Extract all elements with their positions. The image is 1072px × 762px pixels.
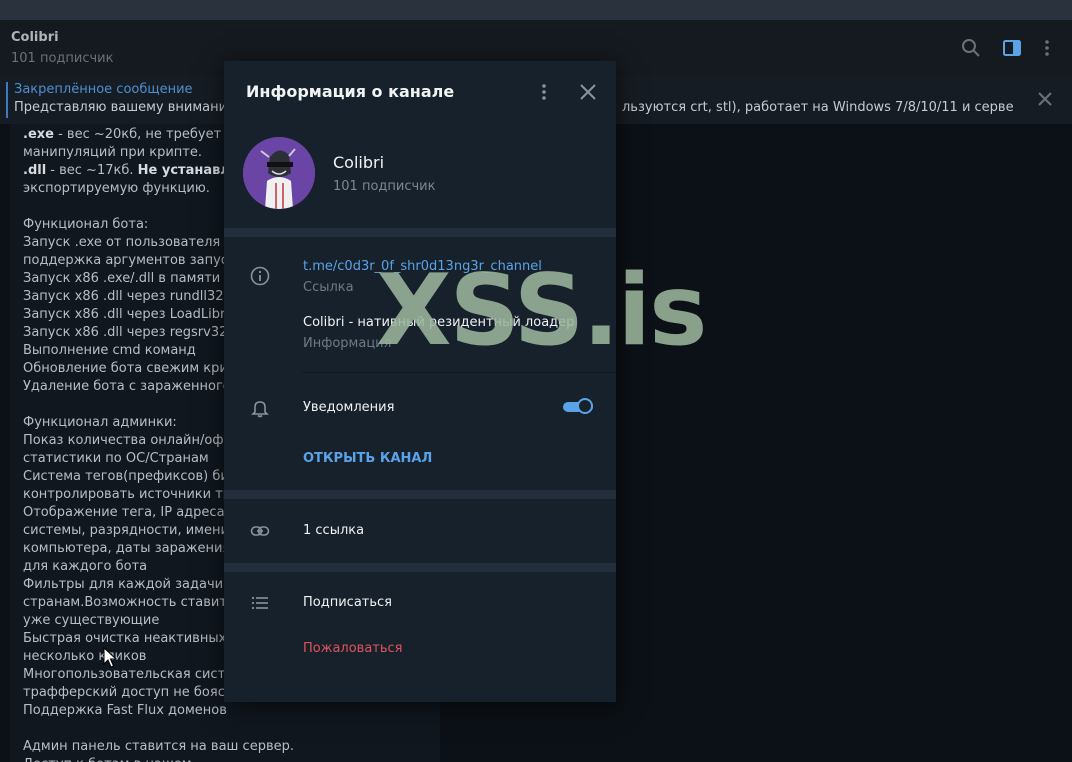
row-separator [302,372,616,373]
pinned-accent-bar [6,82,8,118]
cursor-icon [103,647,117,668]
chat-subtitle: 101 подписчик [11,51,114,66]
channel-avatar[interactable] [243,137,315,209]
link-icon [250,526,270,536]
sidebar-toggle-icon[interactable] [1002,38,1022,58]
message-line: Поддержка Fast Flux доменов [23,703,227,718]
notifications-label: Уведомления [303,400,395,415]
subscribe-button[interactable]: Подписаться [303,595,392,610]
report-button[interactable]: Пожаловаться [303,641,403,656]
more-vertical-icon[interactable] [534,82,554,102]
message-line: Доступ к ботам в нашем [23,756,294,762]
pinned-label: Закреплённое сообщение [14,82,193,97]
close-icon[interactable] [1036,90,1054,108]
search-icon[interactable] [961,38,981,58]
channel-subscribers: 101 подписчик [333,179,436,194]
channel-link-label: Ссылка [303,280,354,295]
channel-name: Colibri [333,153,385,172]
notifications-toggle[interactable] [563,398,593,416]
toggle-knob [577,398,593,414]
message-line: Админ панель ставится на ваш сервер. [23,739,295,754]
chat-title[interactable]: Colibri [11,30,59,45]
pinned-text-right: льзуются crt, stl), работает на Windows … [622,100,1014,115]
message-line [23,720,294,738]
links-count[interactable]: 1 ссылка [303,523,364,538]
list-icon [251,596,268,610]
open-channel-button[interactable]: ОТКРЫТЬ КАНАЛ [303,451,432,466]
bell-icon [251,401,269,418]
avatar-image [243,137,315,209]
more-vertical-icon[interactable] [1037,38,1057,58]
pinned-text-left: Представляю вашему вниманию с [14,100,250,115]
section-divider [224,228,616,237]
dialog-title: Информация о канале [246,82,455,101]
close-icon[interactable] [578,82,598,102]
window-top-strip [0,0,1072,20]
section-divider [224,563,616,572]
info-icon [250,266,270,286]
section-divider [224,490,616,499]
channel-info-dialog: Информация о канале Colibri 101 подписчи… [224,61,616,702]
watermark: XSS.is [376,254,707,368]
